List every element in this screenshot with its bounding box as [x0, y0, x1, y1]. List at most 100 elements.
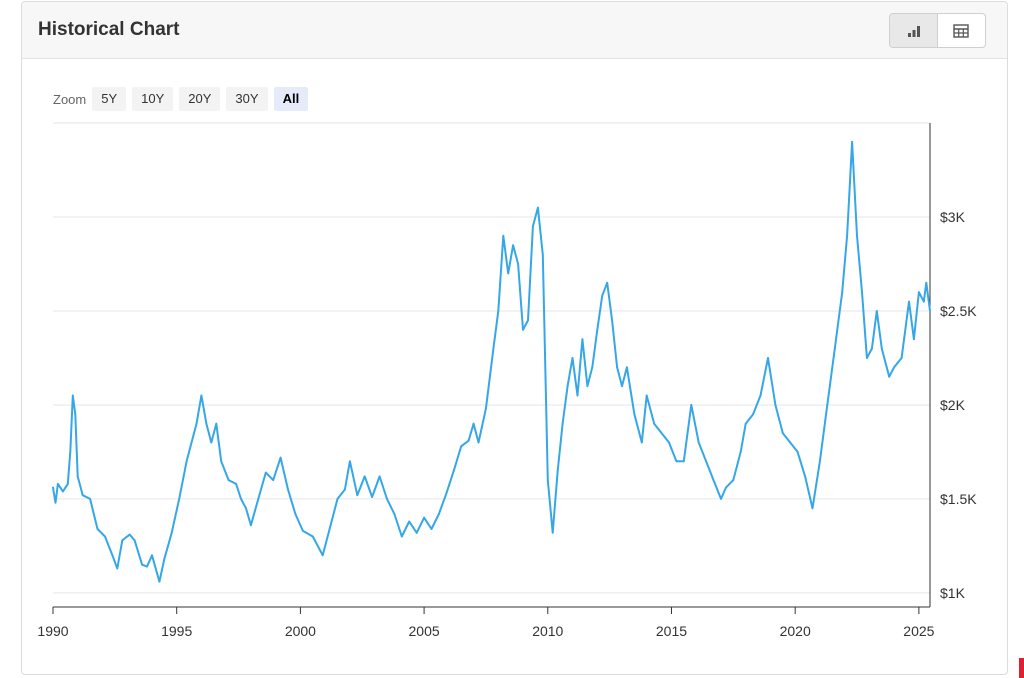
- data-point: [185, 460, 188, 463]
- data-point: [527, 319, 529, 322]
- data-point: [621, 385, 623, 387]
- data-point: [918, 291, 920, 294]
- data-point: [158, 580, 161, 583]
- x-tick-label: 1990: [37, 623, 68, 639]
- data-point: [302, 530, 304, 532]
- data-point: [287, 488, 289, 491]
- data-point: [856, 234, 858, 237]
- data-point: [581, 338, 584, 341]
- data-point: [329, 526, 331, 528]
- data-point: [393, 513, 396, 515]
- data-point: [415, 531, 418, 534]
- data-point: [467, 439, 470, 442]
- data-point: [851, 140, 853, 143]
- data-point: [438, 513, 440, 515]
- data-point: [833, 347, 836, 350]
- data-point: [76, 475, 79, 478]
- data-point: [57, 483, 59, 485]
- data-point: [826, 404, 829, 406]
- data-point: [532, 225, 534, 228]
- data-point: [522, 328, 524, 331]
- data-point: [556, 469, 559, 472]
- data-point: [178, 498, 181, 500]
- data-point: [633, 413, 636, 416]
- data-point: [576, 394, 579, 397]
- data-point: [272, 479, 275, 481]
- data-point: [502, 234, 505, 237]
- data-point: [537, 206, 539, 209]
- x-tick-label: 2025: [903, 623, 934, 639]
- data-point: [485, 407, 487, 410]
- data-point: [512, 244, 514, 247]
- data-point: [344, 488, 346, 491]
- data-point: [875, 310, 878, 312]
- data-point: [796, 451, 799, 453]
- data-point: [264, 471, 267, 474]
- data-point: [866, 357, 868, 359]
- data-point: [908, 300, 910, 303]
- data-point: [925, 281, 928, 284]
- data-point: [611, 319, 613, 322]
- data-point: [151, 554, 153, 557]
- data-point: [804, 475, 806, 478]
- data-point: [430, 528, 433, 530]
- data-point: [472, 422, 475, 425]
- data-point: [900, 357, 903, 359]
- data-point: [819, 460, 821, 463]
- x-tick-label: 1995: [161, 623, 192, 639]
- data-point: [52, 486, 54, 489]
- data-point: [497, 310, 500, 312]
- data-point: [668, 441, 670, 444]
- data-point: [400, 535, 403, 538]
- data-point: [591, 366, 594, 369]
- data-point: [62, 490, 64, 493]
- data-point: [880, 347, 883, 350]
- data-point: [54, 501, 57, 504]
- data-point: [245, 507, 247, 510]
- data-point: [507, 272, 510, 275]
- data-point: [195, 422, 198, 425]
- data-point: [257, 498, 260, 500]
- data-point: [517, 263, 519, 265]
- data-point: [781, 432, 784, 434]
- data-point: [739, 451, 742, 453]
- series-layer: [52, 140, 931, 583]
- data-point: [215, 422, 218, 425]
- y-tick-label: $1K: [940, 585, 966, 601]
- data-point: [697, 441, 700, 444]
- y-tick-label: $1.5K: [940, 491, 977, 507]
- data-point: [546, 479, 549, 481]
- data-point: [279, 456, 282, 459]
- data-point: [653, 422, 656, 425]
- data-point: [586, 385, 589, 387]
- data-point: [128, 533, 131, 536]
- data-point: [111, 554, 114, 557]
- data-point: [294, 513, 297, 515]
- data-point: [682, 460, 685, 463]
- data-point: [386, 498, 388, 500]
- x-tick-label: 2010: [532, 623, 563, 639]
- data-point: [311, 535, 314, 538]
- data-point: [744, 422, 747, 425]
- data-point: [146, 565, 148, 568]
- data-point: [74, 413, 77, 416]
- data-point: [705, 460, 707, 463]
- data-point: [200, 394, 203, 397]
- x-tick-label: 2000: [285, 623, 316, 639]
- data-point: [888, 375, 891, 378]
- data-point: [240, 498, 242, 500]
- data-point: [363, 475, 366, 478]
- data-point: [250, 524, 252, 527]
- data-point: [69, 451, 72, 453]
- data-point: [205, 422, 208, 425]
- data-point: [789, 441, 792, 444]
- data-point: [89, 498, 91, 500]
- data-point: [871, 347, 873, 350]
- data-point: [690, 404, 693, 406]
- data-point: [321, 554, 324, 557]
- data-point: [452, 469, 455, 472]
- data-point: [349, 460, 351, 463]
- data-point: [922, 300, 925, 303]
- data-point: [601, 295, 604, 297]
- data-point: [227, 479, 230, 481]
